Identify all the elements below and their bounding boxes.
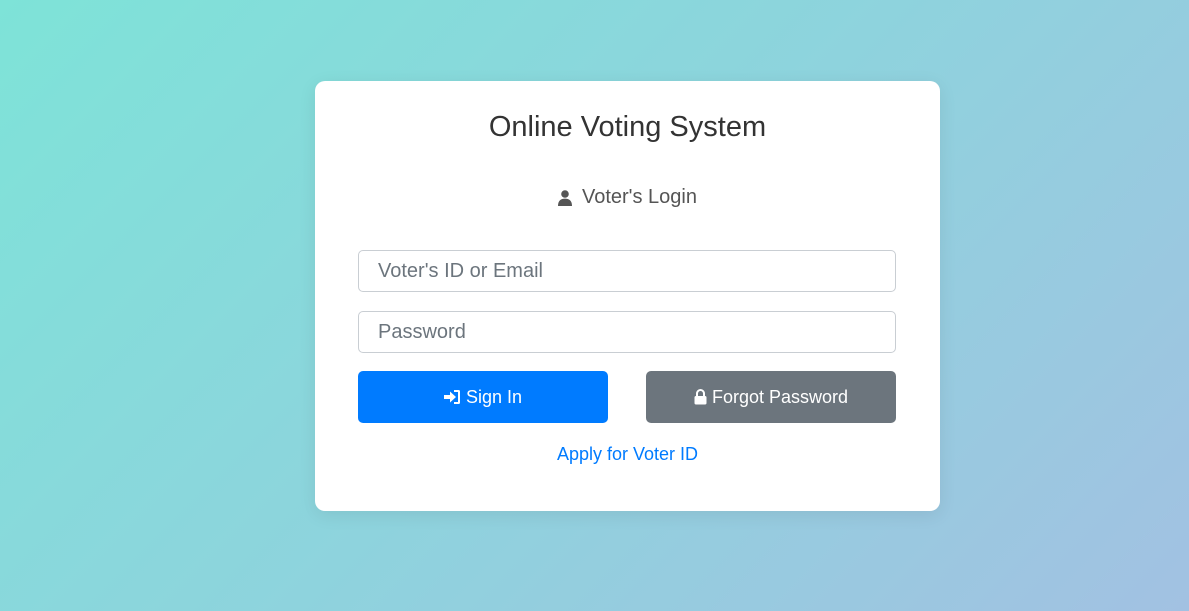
page-title: Online Voting System [488, 111, 767, 143]
voter-id-input[interactable] [358, 250, 896, 292]
sign-in-button[interactable]: Sign In [358, 371, 608, 423]
subtitle-text: Voter's Login [581, 186, 697, 208]
apply-voter-id-link[interactable]: Apply for Voter ID [315, 444, 940, 465]
login-card: Online Voting System Voter's Login Sign … [315, 81, 940, 511]
forgot-password-label: Forgot Password [711, 386, 849, 407]
forgot-password-button[interactable]: Forgot Password [646, 371, 896, 423]
user-icon [557, 189, 572, 206]
lock-icon [694, 389, 707, 405]
login-subtitle: Voter's Login [315, 186, 940, 209]
password-input[interactable] [358, 311, 896, 353]
sign-in-icon [443, 389, 461, 405]
sign-in-label: Sign In [465, 386, 523, 407]
